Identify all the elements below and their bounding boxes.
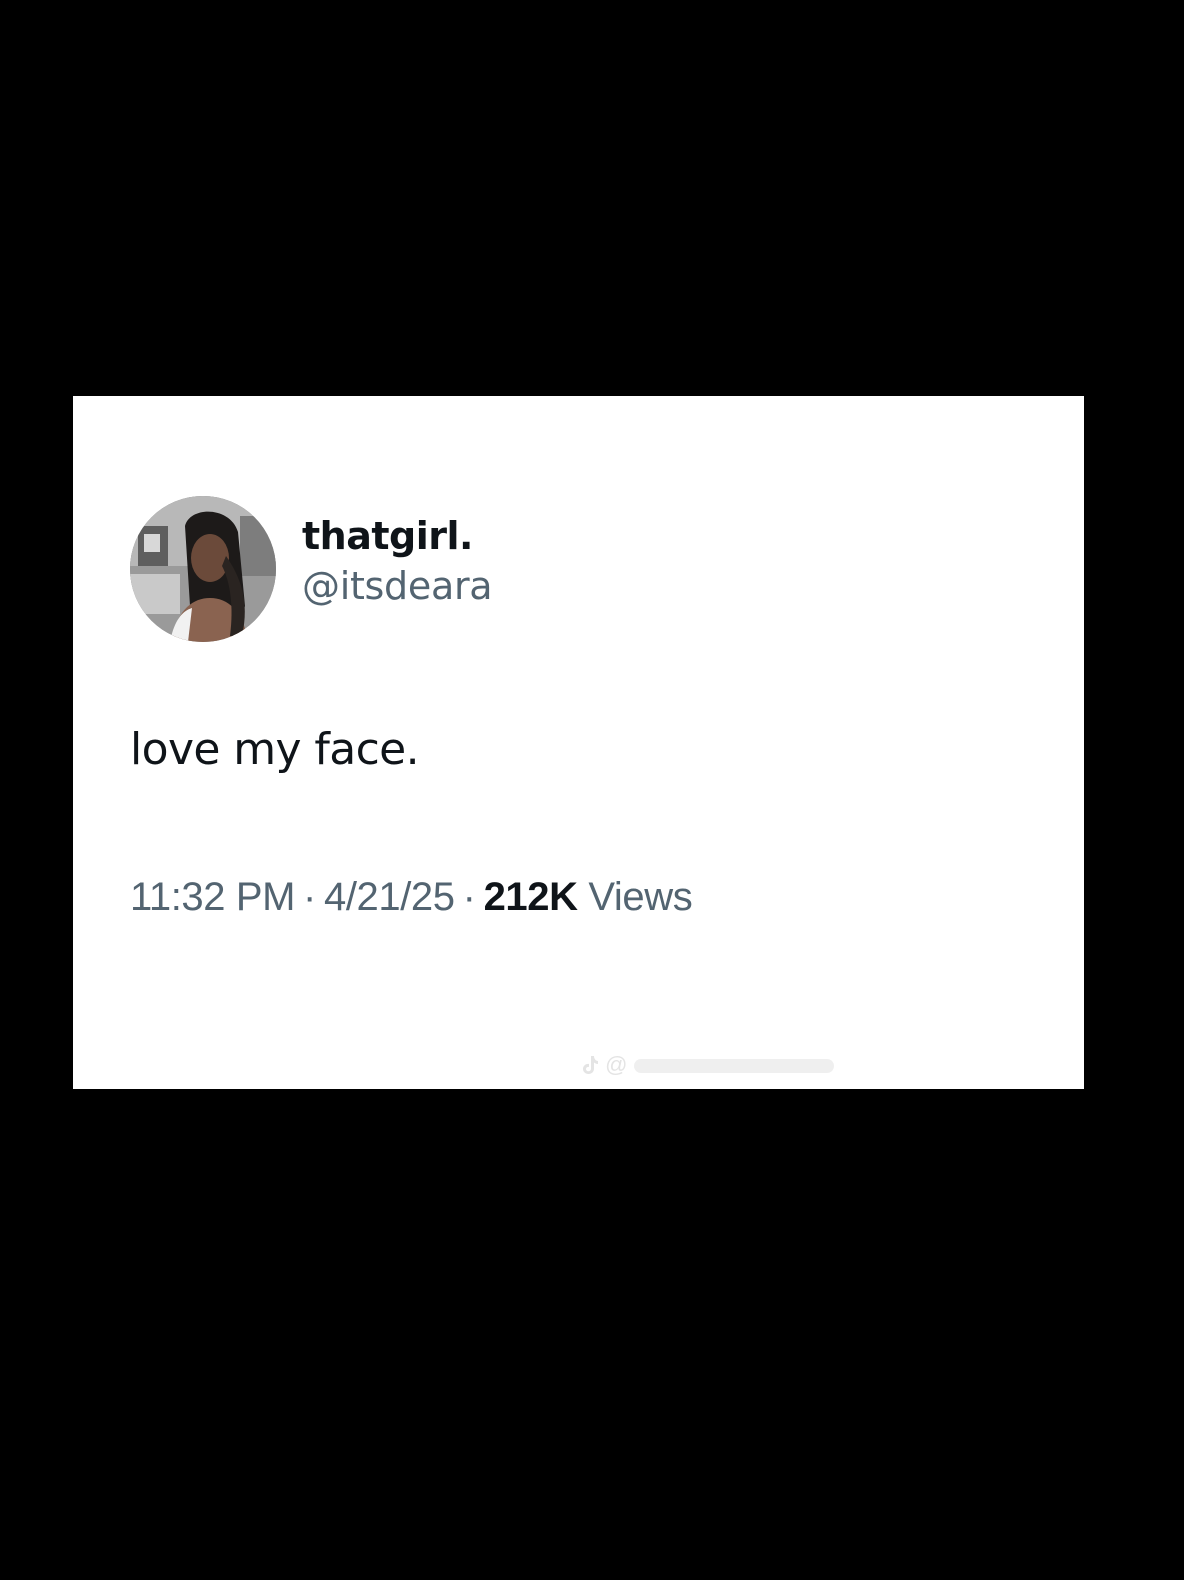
meta-separator: · (303, 875, 316, 919)
meta-separator: · (462, 875, 476, 919)
views-label: Views (588, 875, 693, 919)
watermark-text: @ (605, 1052, 628, 1077)
author-names: thatgirl. @itsdeara (302, 511, 493, 611)
tweet-author: thatgirl. @itsdeara (130, 496, 493, 642)
watermark-username-blur (633, 1059, 834, 1074)
watermark: @ (581, 1052, 834, 1078)
tweet-date[interactable]: 4/21/25 (324, 875, 455, 919)
display-name[interactable]: thatgirl. (302, 511, 492, 561)
views-count[interactable]: 212K (484, 875, 578, 919)
screen: thatgirl. @itsdeara love my face. 11:32 … (0, 0, 1184, 1580)
tweet-card[interactable]: thatgirl. @itsdeara love my face. 11:32 … (73, 396, 1084, 1089)
tweet-time[interactable]: 11:32 PM (130, 875, 295, 919)
user-handle[interactable]: @itsdeara (302, 561, 493, 611)
tweet-text: love my face. (130, 724, 420, 775)
tweet-meta: 11:32 PM · 4/21/25 · 212K Views (130, 872, 693, 922)
avatar[interactable] (130, 496, 276, 642)
profile-photo-icon (130, 496, 276, 642)
tiktok-icon (583, 1056, 598, 1074)
